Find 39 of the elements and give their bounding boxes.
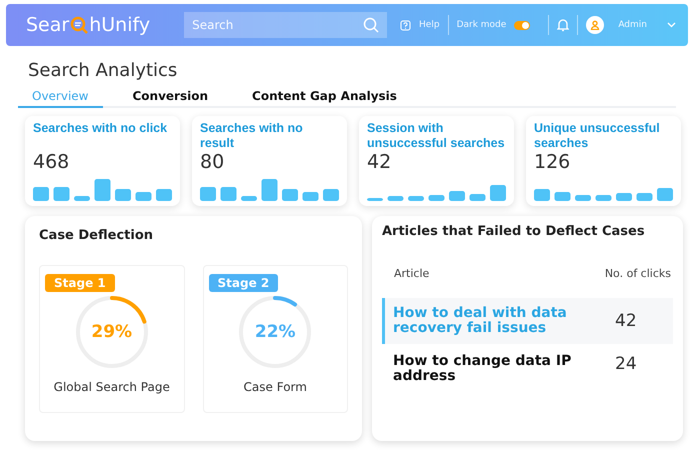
stage-label: Case Form xyxy=(244,380,307,394)
user-avatar[interactable] xyxy=(586,16,604,34)
click-count: 24 xyxy=(615,354,638,374)
tab[interactable]: Conversion xyxy=(118,87,222,108)
click-count: 42 xyxy=(615,311,638,331)
metric-value: 42 xyxy=(367,151,392,173)
metric-title: Session with unsuccessful searches xyxy=(367,121,506,151)
column-header: Article xyxy=(394,267,430,280)
tab[interactable]: Content Gap Analysis xyxy=(238,87,411,108)
metric-value: 126 xyxy=(534,151,572,173)
article-title: How to deal with data recovery fail issues xyxy=(393,306,568,336)
sparkline-bars-icon xyxy=(534,188,673,201)
page-title: Search Analytics xyxy=(28,60,178,81)
stage-badge: Stage 1 xyxy=(45,274,115,292)
search-icon[interactable] xyxy=(363,17,380,33)
panel-title: Articles that Failed to Deflect Cases xyxy=(382,224,646,239)
sparkline-bars-icon xyxy=(33,179,172,201)
dark-mode-toggle[interactable] xyxy=(514,20,530,30)
sparkline-bars-icon xyxy=(367,185,506,201)
metric-value: 80 xyxy=(200,151,226,173)
panel-title: Case Deflection xyxy=(39,228,154,243)
chevron-down-icon[interactable] xyxy=(667,22,676,28)
article-row[interactable]: How to deal with data recovery fail issues 42 xyxy=(382,298,673,344)
percent-value: 22% xyxy=(254,322,296,342)
stage-badge: Stage 2 xyxy=(208,274,278,292)
metric-value: 468 xyxy=(33,151,70,173)
column-header: No. of clicks xyxy=(604,267,671,280)
sparkline-bars-icon xyxy=(200,179,339,201)
logo: Sear hUnify xyxy=(26,14,150,36)
article-title: How to change data IP address xyxy=(393,354,572,384)
metric-title: Searches with no result xyxy=(200,121,304,151)
dark-mode-label: Dark mode xyxy=(456,20,506,30)
stage-label: Global Search Page xyxy=(54,380,170,394)
metric-title: Searches with no click xyxy=(33,121,168,137)
help-icon[interactable] xyxy=(400,20,412,30)
bell-icon[interactable] xyxy=(557,18,570,32)
percent-value: 29% xyxy=(91,322,132,342)
metric-title: Unique unsuccessful searches xyxy=(534,121,661,151)
article-row[interactable]: How to change data IP address 24 xyxy=(382,348,673,394)
